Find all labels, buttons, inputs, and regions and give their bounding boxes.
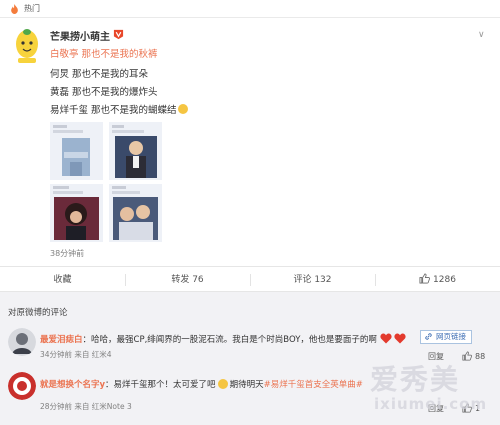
heart-emoji-icon — [379, 333, 392, 344]
author-name[interactable]: 芒果捞小萌主 — [50, 28, 110, 43]
post-line-4-text: 易烊千玺 那也不是我的蝴蝶结 — [50, 105, 177, 116]
post-line-1: 白敬亭 那也不是我的秋裤 — [50, 49, 158, 60]
repost-button[interactable]: 转发 76 — [125, 267, 250, 293]
post-image-3[interactable] — [50, 184, 103, 242]
repost-label: 转发 76 — [171, 275, 204, 285]
comment-button[interactable]: 评论 132 — [250, 267, 375, 293]
post-image-4[interactable] — [109, 184, 162, 242]
comment-2-username[interactable]: 就是想换个名字y — [40, 380, 105, 390]
comment-1-like-count: 88 — [475, 352, 486, 361]
post-image-2[interactable] — [109, 122, 162, 180]
heart-emoji-icon — [394, 333, 406, 344]
comment-like-button[interactable]: 1 — [462, 403, 480, 413]
comment-2-like-count: 1 — [475, 404, 481, 413]
webpage-link-label: 网页链接 — [436, 332, 466, 341]
post-line-3: 黄磊 那也不是我的爆炸头 — [50, 87, 158, 98]
comment-2-text: ：易烊千玺那个！太可爱了吧 — [105, 380, 216, 390]
topbar-label: 热门 — [24, 4, 40, 13]
comment-1-username[interactable]: 最爱泪痣白 — [40, 335, 83, 345]
comment-avatar[interactable] — [8, 328, 36, 356]
comment-2-text-after: 期待明天 — [229, 380, 264, 390]
reply-button[interactable]: 回复 — [428, 351, 444, 362]
post-image-1[interactable] — [50, 122, 103, 180]
post-line-4: 易烊千玺 那也不是我的蝴蝶结 — [50, 102, 188, 116]
post-line-2: 何炅 那也不是我的耳朵 — [50, 69, 149, 80]
like-button[interactable]: 1286 — [375, 267, 500, 293]
laugh-emoji-icon — [177, 104, 188, 114]
reply-button[interactable]: 回复 — [428, 403, 444, 414]
fire-icon — [11, 4, 18, 14]
thumbs-up-icon — [419, 273, 430, 284]
comment-1-time: 34分钟前 来自 红米4 — [40, 350, 112, 359]
verified-badge-icon — [113, 29, 124, 40]
comment-1-text: ：哈哈，最强CP,绯闻界的一股泥石流。我白是个时尚BOY，他也是要面子的啊 — [82, 335, 377, 345]
link-icon — [425, 333, 432, 340]
comment-label: 评论 132 — [293, 275, 332, 285]
favorite-label: 收藏 — [53, 275, 72, 285]
hashtag-link[interactable]: #易烊千玺首支全英单曲# — [264, 380, 363, 390]
post-image-grid — [50, 122, 164, 246]
comment-2-body: 就是想换个名字y：易烊千玺那个！太可爱了吧 期待明天#易烊千玺首支全英单曲# — [40, 378, 363, 390]
comment-1-body: 最爱泪痣白：哈哈，最强CP,绯闻界的一股泥石流。我白是个时尚BOY，他也是要面子… — [40, 333, 406, 345]
comment-section-header: 对原微博的评论 — [8, 308, 68, 318]
post-timestamp[interactable]: 38分钟前 — [50, 248, 84, 259]
comment-2-time: 28分钟前 来自 红米Note 3 — [40, 402, 132, 411]
chevron-down-icon[interactable]: ∨ — [478, 30, 485, 40]
webpage-link[interactable]: 网页链接 — [420, 330, 472, 344]
post-action-bar: 收藏 转发 76 评论 132 1286 — [0, 266, 500, 292]
like-count: 1286 — [433, 275, 456, 285]
comment-avatar[interactable] — [8, 372, 36, 400]
favorite-button[interactable]: 收藏 — [0, 267, 125, 293]
feed-topbar: 热门 — [0, 0, 500, 18]
laugh-emoji-icon — [217, 379, 228, 389]
thumbs-up-icon — [462, 403, 472, 413]
thumbs-up-icon — [462, 351, 472, 361]
comment-like-button[interactable]: 88 — [462, 351, 485, 361]
author-avatar[interactable] — [12, 26, 42, 64]
